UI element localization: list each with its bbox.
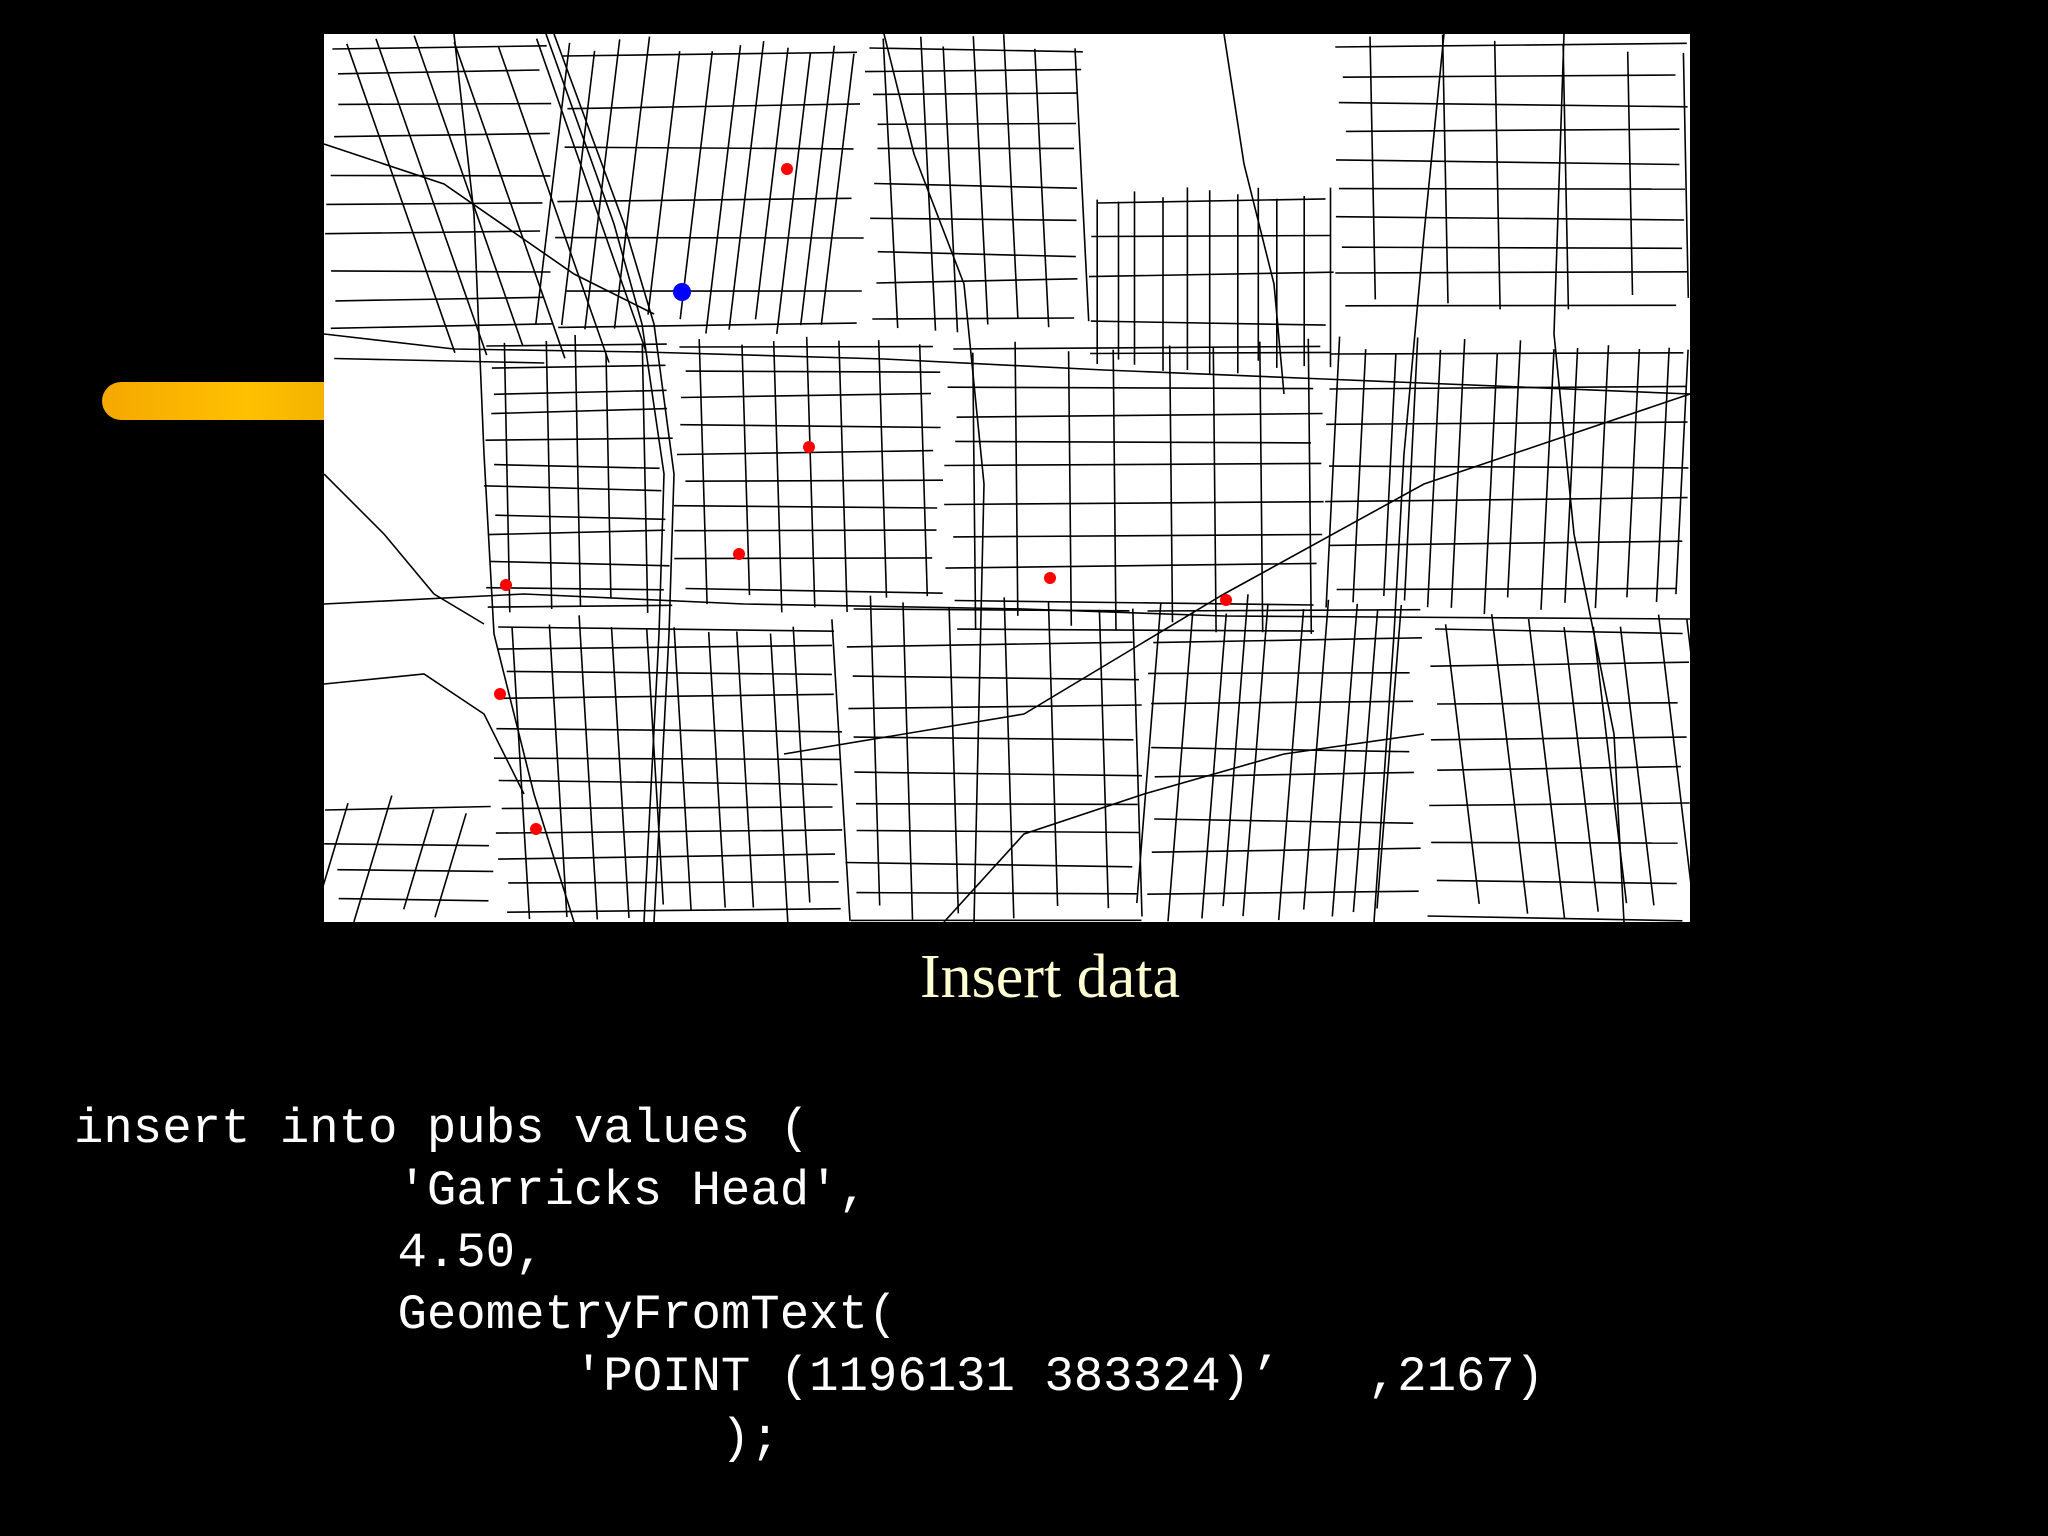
road-network [324, 34, 1690, 922]
pub-marker[interactable] [781, 163, 793, 175]
slide-title: Insert data [920, 943, 1180, 1011]
sql-code-block: insert into pubs values ( 'Garricks Head… [74, 1098, 1544, 1470]
accent-bar [102, 382, 342, 420]
pub-marker[interactable] [803, 441, 815, 453]
street-map [324, 34, 1690, 922]
street-map-canvas [324, 34, 1690, 922]
pub-marker[interactable] [1220, 594, 1232, 606]
code-line: 'POINT (1196131 383324)’ ,2167) [74, 1349, 1545, 1405]
pub-marker[interactable] [494, 688, 506, 700]
map-markers [494, 163, 1232, 835]
pub-marker[interactable] [733, 548, 745, 560]
pub-marker[interactable] [1044, 572, 1056, 584]
pub-marker[interactable] [500, 579, 512, 591]
code-line: insert into pubs values ( [74, 1101, 810, 1157]
highlighted-pub-marker[interactable] [673, 283, 691, 301]
code-line: 'Garricks Head', [74, 1163, 868, 1219]
code-line: GeometryFromText( [74, 1287, 898, 1343]
pub-marker[interactable] [530, 823, 542, 835]
code-line: 4.50, [74, 1225, 545, 1281]
code-line: ); [74, 1411, 780, 1467]
